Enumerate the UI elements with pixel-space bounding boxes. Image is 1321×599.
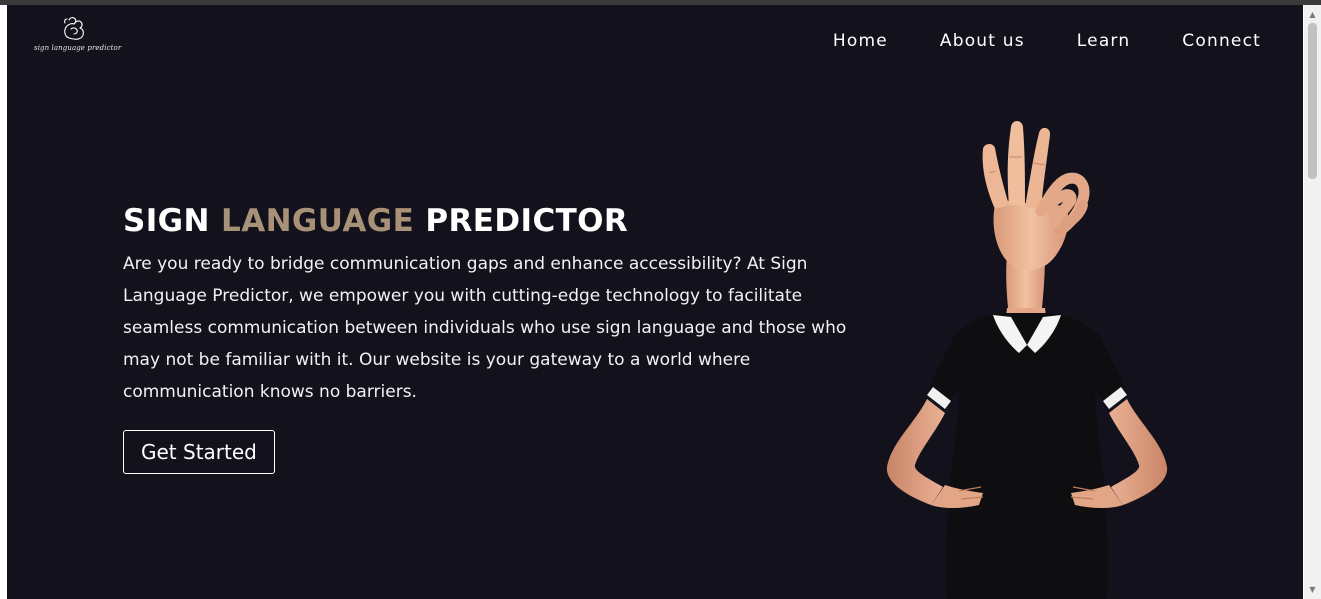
scroll-up-arrow-icon[interactable]: ▲: [1304, 7, 1321, 22]
nav-link-connect[interactable]: Connect: [1182, 31, 1261, 51]
hero-section: SIGN LANGUAGE PREDICTOR Are you ready to…: [123, 203, 863, 474]
main-nav: Home About us Learn Connect: [781, 31, 1261, 51]
logo-text: sign language predictor: [34, 44, 122, 52]
hero-title-accent: LANGUAGE: [221, 203, 415, 239]
scroll-down-arrow-icon[interactable]: ▼: [1304, 582, 1321, 597]
browser-viewport: sign language predictor Home About us Le…: [0, 0, 1321, 599]
landing-page: sign language predictor Home About us Le…: [7, 5, 1303, 599]
hero-description: Are you ready to bridge communication ga…: [123, 254, 847, 402]
site-logo[interactable]: sign language predictor: [34, 15, 122, 63]
vertical-scrollbar[interactable]: ▲ ▼: [1304, 5, 1321, 599]
ok-hand-sign-person-image: [869, 113, 1179, 599]
hero-title: SIGN LANGUAGE PREDICTOR: [123, 203, 863, 239]
nav-link-home[interactable]: Home: [833, 31, 888, 51]
get-started-button[interactable]: Get Started: [123, 430, 275, 474]
nav-link-about-us[interactable]: About us: [940, 31, 1025, 51]
hero-title-part2: PREDICTOR: [414, 203, 629, 239]
ok-hand-sign-illustration: [886, 121, 1168, 599]
hero-title-part1: SIGN: [123, 203, 222, 239]
scrollbar-thumb[interactable]: [1308, 23, 1317, 179]
hand-gesture-icon: [64, 17, 84, 40]
nav-link-learn[interactable]: Learn: [1077, 31, 1131, 51]
